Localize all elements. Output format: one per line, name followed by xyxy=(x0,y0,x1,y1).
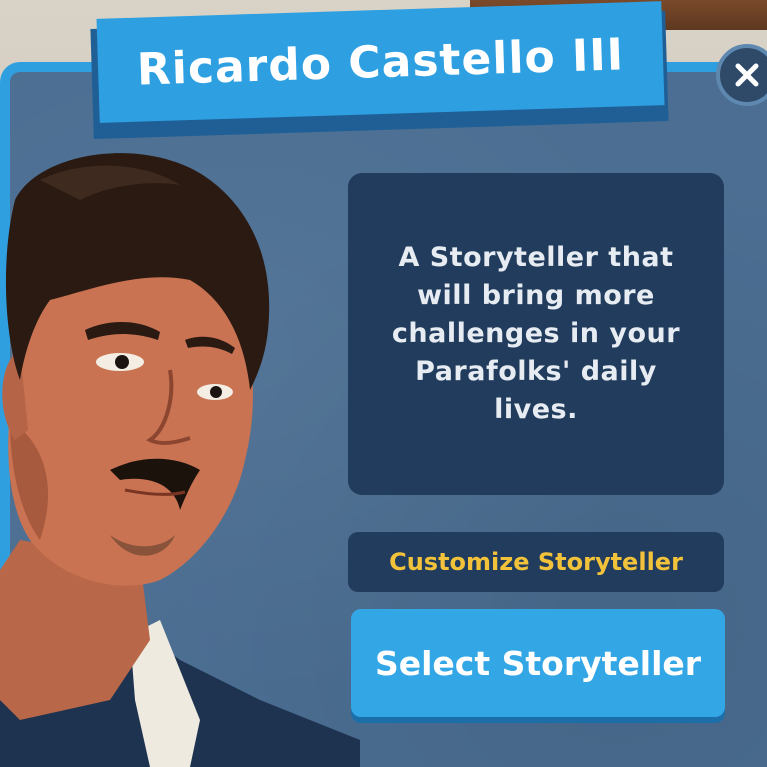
title-banner: Ricardo Castello III xyxy=(96,1,665,123)
storyteller-name: Ricardo Castello III xyxy=(136,28,625,96)
close-icon xyxy=(735,63,759,87)
select-storyteller-button[interactable]: Select Storyteller xyxy=(351,609,725,717)
description-box: A Storyteller that will bring more chall… xyxy=(348,173,724,495)
select-storyteller-label: Select Storyteller xyxy=(374,643,702,683)
storyteller-description: A Storyteller that will bring more chall… xyxy=(391,242,681,425)
storyteller-portrait xyxy=(0,153,360,767)
game-screen: Ricardo Castello III A Storyteller that … xyxy=(0,0,767,767)
customize-storyteller-label: Customize Storyteller xyxy=(389,548,683,576)
customize-storyteller-button[interactable]: Customize Storyteller xyxy=(348,532,724,592)
